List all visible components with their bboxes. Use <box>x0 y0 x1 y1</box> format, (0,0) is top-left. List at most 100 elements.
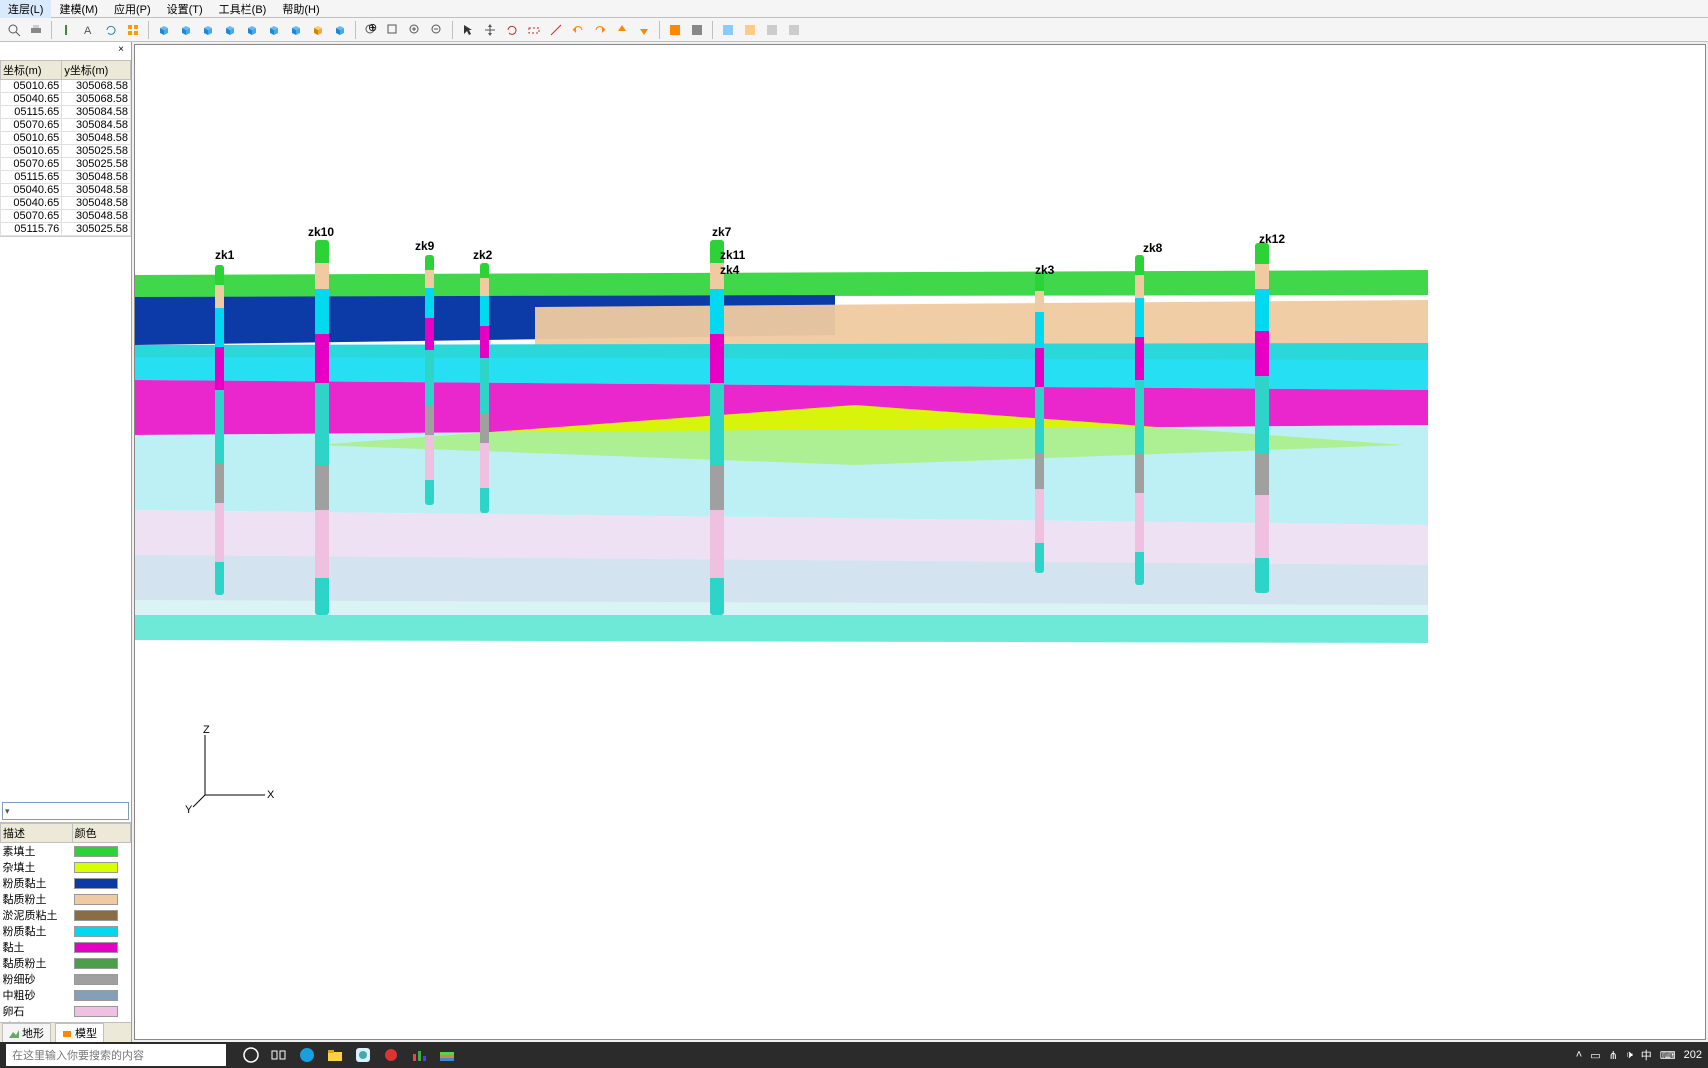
tray-clock[interactable]: 202 <box>1684 1049 1702 1061</box>
menu-layer[interactable]: 连层(L) <box>0 0 51 18</box>
app1-icon[interactable] <box>352 1044 374 1066</box>
geo-app-icon[interactable] <box>436 1044 458 1066</box>
viewport-3d[interactable]: Z X Y zk1zk10zk9zk2zk7zk11zk4zk3zk8zk12 <box>134 44 1706 1040</box>
table-row[interactable]: 05010.65305068.58 <box>1 80 131 93</box>
tb-zoom-extent-icon[interactable]: ⊕ <box>361 20 381 40</box>
table-row[interactable]: 05040.65305048.58 <box>1 197 131 210</box>
tb-zoom-in-icon[interactable] <box>405 20 425 40</box>
tb-redo-icon[interactable] <box>590 20 610 40</box>
borehole-label: zk9 <box>415 239 434 253</box>
legend-row[interactable]: 卵石 <box>1 1003 131 1019</box>
table-row[interactable]: 05070.65305084.58 <box>1 119 131 132</box>
legend-row[interactable]: 粉细砂 <box>1 971 131 987</box>
graph-app-icon[interactable] <box>408 1044 430 1066</box>
table-row[interactable]: 05070.65305048.58 <box>1 210 131 223</box>
tray-ime-label[interactable]: 中 <box>1641 1047 1652 1063</box>
menu-toolbar[interactable]: 工具栏(B) <box>211 0 275 18</box>
menu-settings[interactable]: 设置(T) <box>159 0 211 18</box>
tb-cube3-icon[interactable] <box>198 20 218 40</box>
table-row[interactable]: 05070.65305025.58 <box>1 158 131 171</box>
system-tray[interactable]: ˄ ▭ ⋔ 🕩 中 ⌨ 202 <box>1576 1047 1702 1063</box>
tab-model[interactable]: 模型 <box>55 1023 104 1042</box>
legend-table: 描述 颜色 素填土杂填土粉质黏土黏质粉土淤泥质粘土粉质黏土黏土黏质粉土粉细砂中粗… <box>0 822 131 1022</box>
tb-print-icon[interactable] <box>26 20 46 40</box>
tb-measure-icon[interactable] <box>546 20 566 40</box>
tb-search-icon[interactable] <box>4 20 24 40</box>
tb-view2-icon[interactable] <box>687 20 707 40</box>
strata-drawing <box>135 45 1435 645</box>
tb-zoom-out-icon[interactable] <box>427 20 447 40</box>
tb-cube6-icon[interactable] <box>264 20 284 40</box>
table-row[interactable]: 05010.65305048.58 <box>1 132 131 145</box>
table-row[interactable]: 05010.65305025.58 <box>1 145 131 158</box>
legend-row[interactable]: 中粗砂 <box>1 987 131 1003</box>
tb-text-icon[interactable]: A <box>79 20 99 40</box>
tb-cube4-icon[interactable] <box>220 20 240 40</box>
menu-model[interactable]: 建模(M) <box>51 0 106 18</box>
tb-cube8-icon[interactable] <box>308 20 328 40</box>
tb-undo-icon[interactable] <box>568 20 588 40</box>
tb-rotate-icon[interactable] <box>502 20 522 40</box>
coord-col-x[interactable]: 坐标(m) <box>1 61 62 80</box>
color-swatch <box>74 846 118 857</box>
filter-dropdown[interactable] <box>2 802 129 820</box>
legend-row[interactable]: 杂填土 <box>1 859 131 875</box>
table-row[interactable]: 05115.65305048.58 <box>1 171 131 184</box>
menu-help[interactable]: 帮助(H) <box>274 0 327 18</box>
tb-layer3-icon[interactable] <box>762 20 782 40</box>
edge-icon[interactable] <box>296 1044 318 1066</box>
tb-layer4-icon[interactable] <box>784 20 804 40</box>
start-button[interactable] <box>240 1044 262 1066</box>
legend-row[interactable]: 黏质粉土 <box>1 955 131 971</box>
tray-sound-icon[interactable]: 🕩 <box>1626 1049 1633 1062</box>
tb-refresh-icon[interactable] <box>101 20 121 40</box>
tray-chevron-icon[interactable]: ˄ <box>1576 1049 1582 1061</box>
tb-zoom-window-icon[interactable] <box>383 20 403 40</box>
color-swatch <box>74 910 118 921</box>
legend-row[interactable]: 黏土 <box>1 939 131 955</box>
tb-layer2-icon[interactable] <box>740 20 760 40</box>
table-row[interactable]: 05115.76305025.58 <box>1 223 131 236</box>
borehole-label: zk12 <box>1259 232 1285 246</box>
legend-row[interactable]: 淤泥质粘土 <box>1 907 131 923</box>
tb-view1-icon[interactable] <box>665 20 685 40</box>
table-row[interactable]: 05115.65305084.58 <box>1 106 131 119</box>
legend-row[interactable]: 粉质黏土 <box>1 923 131 939</box>
tb-pointer-icon[interactable] <box>458 20 478 40</box>
tb-info-icon[interactable] <box>57 20 77 40</box>
tb-cube1-icon[interactable] <box>154 20 174 40</box>
tb-select-icon[interactable] <box>524 20 544 40</box>
menu-apply[interactable]: 应用(P) <box>106 0 159 18</box>
coord-col-y[interactable]: y坐标(m) <box>62 61 131 80</box>
color-swatch <box>74 894 118 905</box>
tb-pan-icon[interactable] <box>480 20 500 40</box>
explorer-icon[interactable] <box>324 1044 346 1066</box>
tray-keyboard-icon[interactable]: ⌨ <box>1660 1049 1676 1062</box>
tb-cube7-icon[interactable] <box>286 20 306 40</box>
legend-col-desc[interactable]: 描述 <box>1 824 73 843</box>
tb-cube5-icon[interactable] <box>242 20 262 40</box>
task-view-icon[interactable] <box>268 1044 290 1066</box>
legend-row[interactable]: 粉质黏土 <box>1 875 131 891</box>
legend-row[interactable]: 素填土 <box>1 843 131 860</box>
tb-grid-icon[interactable] <box>123 20 143 40</box>
tb-cube9-icon[interactable] <box>330 20 350 40</box>
tb-cube2-icon[interactable] <box>176 20 196 40</box>
taskbar-search-input[interactable]: 在这里输入你要搜索的内容 <box>6 1044 226 1066</box>
legend-col-color[interactable]: 颜色 <box>72 824 130 843</box>
tray-battery-icon[interactable]: ▭ <box>1590 1049 1600 1062</box>
tray-wifi-icon[interactable]: ⋔ <box>1609 1049 1618 1062</box>
panel-close-icon[interactable]: × <box>115 44 127 56</box>
table-row[interactable]: 05040.65305068.58 <box>1 93 131 106</box>
terrain-icon <box>9 1028 19 1038</box>
tb-up-icon[interactable] <box>612 20 632 40</box>
record-icon[interactable] <box>380 1044 402 1066</box>
axis-y-label: Y <box>185 804 193 815</box>
legend-row[interactable]: 黏质粉土 <box>1 891 131 907</box>
table-row[interactable]: 05040.65305048.58 <box>1 184 131 197</box>
tab-terrain[interactable]: 地形 <box>2 1023 51 1042</box>
tb-down-icon[interactable] <box>634 20 654 40</box>
tb-layer1-icon[interactable] <box>718 20 738 40</box>
borehole-column <box>425 255 434 505</box>
svg-text:⊕: ⊕ <box>368 23 377 34</box>
